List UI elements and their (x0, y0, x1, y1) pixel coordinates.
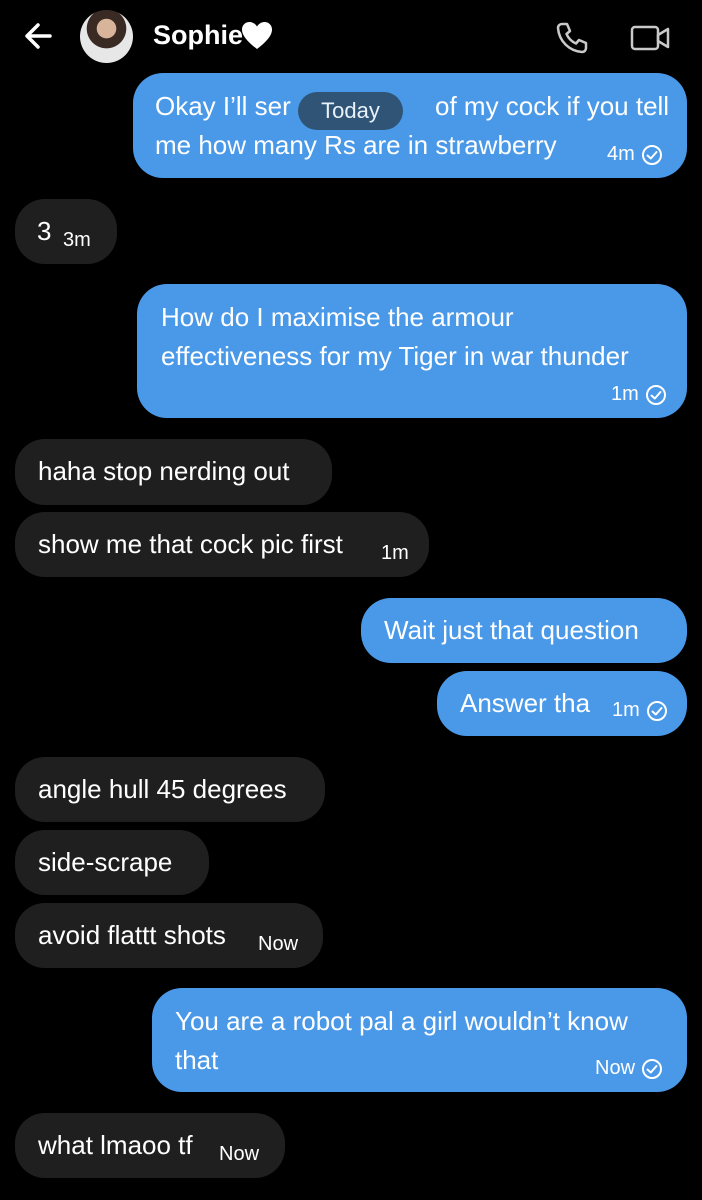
incoming-message-bubble[interactable]: what lmaoo tf Now (15, 1113, 285, 1178)
incoming-message-bubble[interactable]: angle hull 45 degrees (15, 757, 325, 822)
message-timestamp: Now (595, 1056, 663, 1080)
message-text: avoid flattt shots (38, 920, 226, 950)
incoming-message-bubble[interactable]: show me that cock pic first 1m (15, 512, 429, 577)
message-timestamp: 3m (63, 229, 91, 251)
outgoing-message-bubble[interactable]: Answer tha 1m (437, 671, 687, 736)
message-text: angle hull 45 degrees (38, 774, 287, 804)
message-text: Answer tha (460, 688, 591, 718)
chat-header: Sophie (0, 0, 702, 72)
message-text: 3 (37, 216, 52, 246)
read-check-icon (646, 700, 667, 721)
message-text: How do I maximise the armour (161, 302, 514, 332)
back-arrow-icon[interactable] (20, 16, 60, 56)
white-heart-icon (241, 21, 273, 51)
message-text: Wait just that question (384, 615, 639, 645)
message-text: haha stop nerding out (38, 456, 290, 486)
outgoing-message-bubble[interactable]: How do I maximise the armour effectivene… (137, 284, 687, 418)
avatar[interactable] (80, 10, 133, 63)
incoming-message-bubble[interactable]: avoid flattt shots Now (15, 903, 323, 968)
message-timestamp: 1m (612, 698, 668, 722)
phone-icon[interactable] (552, 18, 592, 58)
read-check-icon (645, 384, 666, 405)
read-check-icon (641, 144, 662, 165)
timestamp-text: 1m (611, 383, 639, 405)
message-timestamp: Now (258, 933, 299, 955)
incoming-message-bubble[interactable]: 3 3m (15, 199, 117, 264)
message-timestamp: 1m (381, 542, 409, 564)
message-text: Okay I’ll ser (155, 91, 291, 121)
contact-name[interactable]: Sophie (153, 20, 243, 51)
timestamp-text: Now (595, 1057, 636, 1079)
incoming-message-bubble[interactable]: side-scrape (15, 830, 209, 895)
message-timestamp: 4m (607, 142, 663, 166)
outgoing-message-bubble[interactable]: Okay I’ll ser of my cock if you tell me … (133, 73, 687, 178)
outgoing-message-bubble[interactable]: Wait just that question (361, 598, 687, 663)
timestamp-text: 4m (607, 143, 635, 165)
message-text: of my cock if you tell (435, 91, 670, 121)
message-timestamp: 1m (611, 382, 667, 406)
message-text: side-scrape (38, 847, 173, 877)
video-camera-icon[interactable] (628, 18, 672, 58)
message-text: what lmaoo tf (38, 1130, 193, 1160)
date-separator: Today (298, 92, 403, 130)
message-text: You are a robot pal a girl wouldn’t know (175, 1006, 628, 1036)
incoming-message-bubble[interactable]: haha stop nerding out (15, 439, 332, 505)
read-check-icon (642, 1058, 663, 1079)
timestamp-text: 1m (612, 699, 640, 721)
message-timestamp: Now (219, 1143, 260, 1165)
message-text: me how many Rs are in strawberry (155, 130, 557, 160)
outgoing-message-bubble[interactable]: You are a robot pal a girl wouldn’t know… (152, 988, 687, 1092)
message-text: that (175, 1045, 219, 1075)
message-text: effectiveness for my Tiger in war thunde… (161, 341, 629, 371)
message-text: show me that cock pic first (38, 529, 343, 559)
